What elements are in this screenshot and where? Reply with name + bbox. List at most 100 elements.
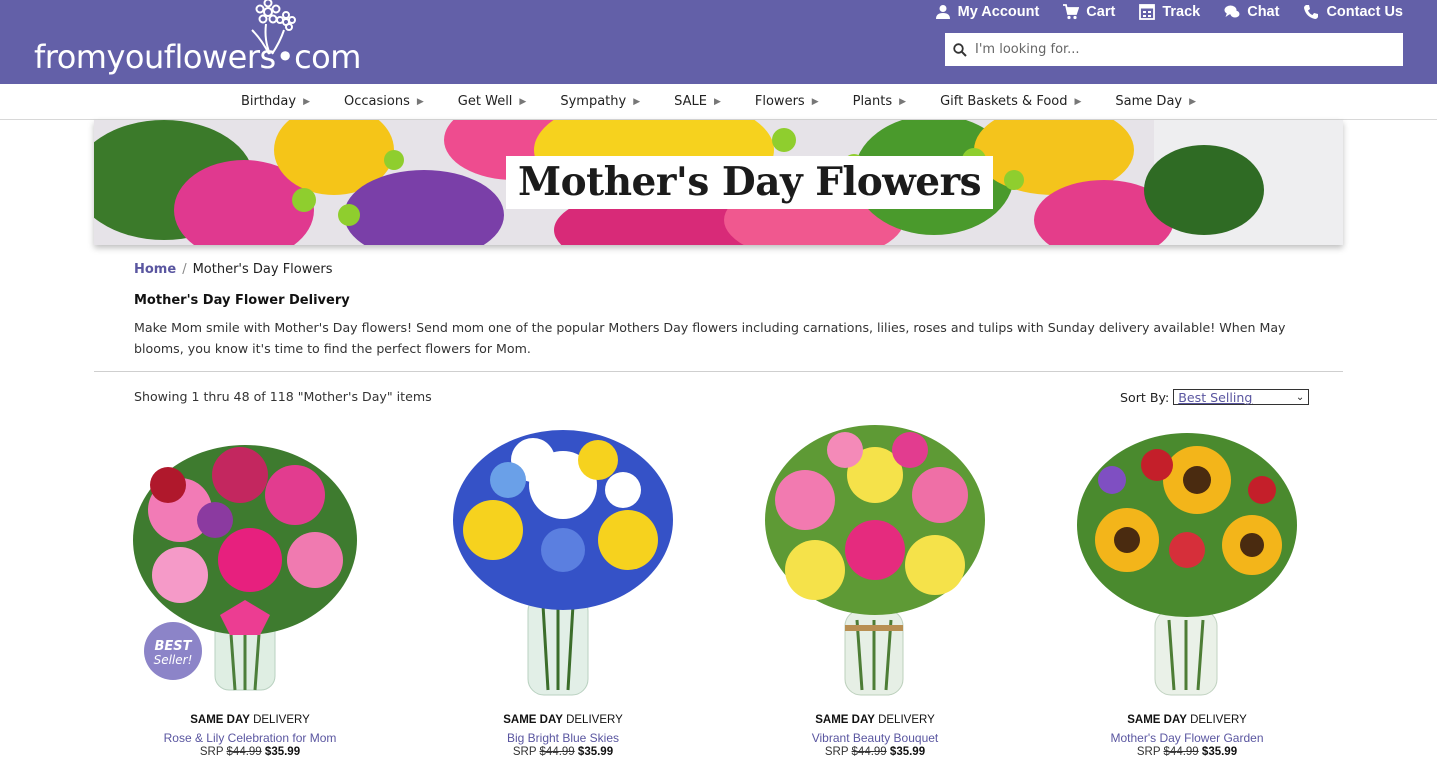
contact-us-link[interactable]: Contact Us xyxy=(1303,4,1403,20)
product-name-link[interactable]: Vibrant Beauty Bouquet xyxy=(745,731,1005,745)
nav-label: Gift Baskets & Food xyxy=(940,94,1068,109)
sort-select[interactable]: Best Selling ⌄ xyxy=(1173,389,1310,405)
contact-us-label: Contact Us xyxy=(1326,4,1403,20)
chevron-right-icon: ▶ xyxy=(811,96,819,107)
product-price: SRP $44.99 $35.99 xyxy=(433,746,693,758)
search-box xyxy=(945,33,1403,66)
srp-label: SRP xyxy=(512,746,540,758)
delivery-tag: SAME DAY DELIVERY xyxy=(433,714,693,726)
nav-sympathy[interactable]: Sympathy ▶ xyxy=(543,94,657,109)
phone-icon xyxy=(1304,5,1319,19)
page-title: Mother's Day Flowers xyxy=(506,156,994,209)
delivery-bold: SAME DAY xyxy=(503,714,563,726)
chat-label: Chat xyxy=(1247,4,1280,20)
sort-control: Sort By: Best Selling ⌄ xyxy=(1120,389,1310,405)
cart-link[interactable]: Cart xyxy=(1063,4,1115,20)
product-name-link[interactable]: Big Bright Blue Skies xyxy=(433,731,693,745)
product-price: SRP $44.99 $35.99 xyxy=(120,746,380,758)
sort-label: Sort By: xyxy=(1120,389,1170,405)
product-price: SRP $44.99 $35.99 xyxy=(1057,746,1317,758)
nav-plants[interactable]: Plants ▶ xyxy=(836,94,923,109)
utility-nav: My Account Cart Track Chat Contact Us xyxy=(935,4,1403,20)
srp-price: $44.99 xyxy=(539,746,575,758)
nav-sale[interactable]: SALE ▶ xyxy=(657,94,738,109)
nav-same-day[interactable]: Same Day ▶ xyxy=(1098,94,1213,109)
sale-price: $35.99 xyxy=(1201,746,1238,758)
nav-label: Flowers xyxy=(754,94,805,109)
sale-price: $35.99 xyxy=(889,746,926,758)
sort-value: Best Selling xyxy=(1178,389,1253,405)
search-input[interactable] xyxy=(975,42,1375,57)
search-icon[interactable] xyxy=(953,42,967,57)
chat-link[interactable]: Chat xyxy=(1224,4,1279,20)
srp-label: SRP xyxy=(824,746,852,758)
chevron-right-icon: ▶ xyxy=(713,96,721,107)
my-account-link[interactable]: My Account xyxy=(935,4,1040,20)
nav-label: Birthday xyxy=(240,94,297,109)
delivery-tag: SAME DAY DELIVERY xyxy=(1057,714,1317,726)
nav-birthday[interactable]: Birthday ▶ xyxy=(224,94,327,109)
srp-price: $44.99 xyxy=(226,746,262,758)
product-card[interactable]: BEST Seller! SAME DAY DELIVERY Rose & Li… xyxy=(120,420,380,772)
my-account-label: My Account xyxy=(957,4,1040,20)
delivery-tag: SAME DAY DELIVERY xyxy=(120,714,380,726)
nav-label: Get Well xyxy=(457,94,513,109)
delivery-rest: DELIVERY xyxy=(874,714,935,726)
track-label: Track xyxy=(1162,4,1201,20)
nav-label: Same Day xyxy=(1115,94,1183,109)
divider xyxy=(94,371,1343,372)
product-price: SRP $44.99 $35.99 xyxy=(745,746,1005,758)
chevron-right-icon: ▶ xyxy=(899,96,907,107)
chat-icon xyxy=(1224,5,1240,18)
nav-get-well[interactable]: Get Well ▶ xyxy=(441,94,544,109)
product-image[interactable] xyxy=(745,420,1005,705)
delivery-bold: SAME DAY xyxy=(815,714,875,726)
srp-price: $44.99 xyxy=(1163,746,1199,758)
product-card[interactable]: SAME DAY DELIVERY Mother's Day Flower Ga… xyxy=(1057,420,1317,772)
hero-banner: Mother's Day Flowers xyxy=(94,120,1343,245)
breadcrumb-current: Mother's Day Flowers xyxy=(192,262,333,277)
badge-line1: BEST xyxy=(154,639,192,654)
delivery-rest: DELIVERY xyxy=(1186,714,1247,726)
chevron-right-icon: ▶ xyxy=(1189,96,1197,107)
nav-flowers[interactable]: Flowers ▶ xyxy=(738,94,836,109)
delivery-rest: DELIVERY xyxy=(562,714,623,726)
sale-price: $35.99 xyxy=(577,746,614,758)
srp-label: SRP xyxy=(1136,746,1164,758)
cart-icon xyxy=(1063,4,1080,20)
breadcrumb-separator: / xyxy=(182,262,187,277)
product-card[interactable]: SAME DAY DELIVERY Vibrant Beauty Bouquet… xyxy=(745,420,1005,772)
chevron-right-icon: ▶ xyxy=(633,96,641,107)
badge-line2: Seller! xyxy=(154,653,193,667)
chevron-right-icon: ▶ xyxy=(519,96,527,107)
product-image[interactable] xyxy=(1057,420,1317,705)
nav-label: Occasions xyxy=(344,94,410,109)
nav-label: Sympathy xyxy=(560,94,627,109)
nav-gift-baskets[interactable]: Gift Baskets & Food ▶ xyxy=(923,94,1098,109)
product-card[interactable]: SAME DAY DELIVERY Big Bright Blue Skies … xyxy=(433,420,693,772)
chevron-right-icon: ▶ xyxy=(1074,96,1082,107)
track-icon xyxy=(1139,4,1156,20)
main-nav: Birthday ▶ Occasions ▶ Get Well ▶ Sympathy ▶… xyxy=(0,84,1437,120)
nav-label: SALE xyxy=(674,94,707,109)
nav-occasions[interactable]: Occasions ▶ xyxy=(327,94,441,109)
nav-label: Plants xyxy=(852,94,893,109)
product-image[interactable] xyxy=(433,420,693,705)
delivery-bold: SAME DAY xyxy=(190,714,250,726)
srp-label: SRP xyxy=(199,746,227,758)
site-logo[interactable]: fromyouflowers•com xyxy=(34,38,361,76)
srp-price: $44.99 xyxy=(851,746,887,758)
product-name-link[interactable]: Rose & Lily Celebration for Mom xyxy=(120,731,380,745)
site-header: fromyouflowers•com My Account Cart Track… xyxy=(0,0,1437,84)
breadcrumb-home-link[interactable]: Home xyxy=(134,262,176,277)
chevron-down-icon: ⌄ xyxy=(1295,391,1305,403)
sale-price: $35.99 xyxy=(264,746,301,758)
intro-heading: Mother's Day Flower Delivery xyxy=(134,293,350,308)
cart-label: Cart xyxy=(1086,4,1116,20)
intro-text: Make Mom smile with Mother's Day flowers… xyxy=(134,320,1286,356)
delivery-rest: DELIVERY xyxy=(249,714,310,726)
product-name-link[interactable]: Mother's Day Flower Garden xyxy=(1057,731,1317,745)
best-seller-badge: BEST Seller! xyxy=(144,622,202,680)
chevron-right-icon: ▶ xyxy=(303,96,311,107)
track-link[interactable]: Track xyxy=(1139,4,1200,20)
